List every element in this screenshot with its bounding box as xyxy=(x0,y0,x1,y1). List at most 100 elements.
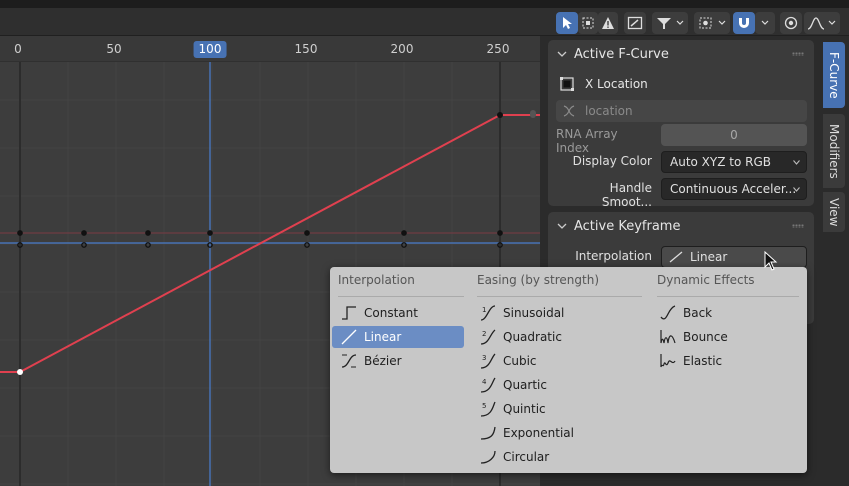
warning-icon xyxy=(602,17,614,29)
menu-item-label: Back xyxy=(683,306,713,320)
menu-item-sinusoidal[interactable]: 1 Sinusoidal xyxy=(471,302,641,324)
keyframe-marker[interactable] xyxy=(497,230,503,236)
current-frame-badge[interactable]: 100 xyxy=(193,41,227,58)
menu-item-exponential[interactable]: Exponential xyxy=(471,422,641,444)
svg-text:2: 2 xyxy=(482,330,486,338)
ipo-linear-icon xyxy=(669,251,683,263)
falloff-dropdown[interactable] xyxy=(804,12,840,34)
screenshot-icon xyxy=(627,16,643,30)
ipo-sine-icon: 1 xyxy=(480,305,496,321)
warning-button[interactable] xyxy=(598,12,618,34)
ipo-expo-icon xyxy=(480,426,496,440)
rna-array-index-field[interactable]: 0 xyxy=(661,124,807,146)
ipo-elastic-icon xyxy=(660,354,676,368)
ipo-bezier-icon xyxy=(341,354,357,368)
tab-label: F-Curve xyxy=(827,51,841,99)
ipo-quart-icon: 4 xyxy=(480,377,496,393)
handle-smoothing-dropdown[interactable]: Continuous Acceler... xyxy=(661,178,807,200)
active-fcurve-panel: Active F-Curve X Location location RNA A… xyxy=(548,40,814,209)
keyframe-marker[interactable] xyxy=(304,230,310,236)
menu-item-back[interactable]: Back xyxy=(651,302,799,324)
ruler-label: 200 xyxy=(390,42,414,56)
menu-item-label: Cubic xyxy=(503,354,537,368)
menu-item-label: Quintic xyxy=(503,402,546,416)
fcurve-channel-icon xyxy=(560,77,574,91)
ipo-back-icon xyxy=(660,305,676,320)
data-path-field[interactable]: location xyxy=(556,100,807,122)
select-tool-button[interactable] xyxy=(556,12,578,34)
keyframe-point[interactable] xyxy=(17,369,23,375)
keyframe-marker[interactable] xyxy=(207,230,213,236)
menu-item-quadratic[interactable]: 2 Quadratic xyxy=(471,326,641,348)
screenshot-button[interactable] xyxy=(624,12,646,34)
channel-name: X Location xyxy=(585,77,648,91)
menu-item-constant[interactable]: Constant xyxy=(332,302,464,324)
ipo-bounce-icon xyxy=(660,330,676,344)
menu-item-label: Circular xyxy=(503,450,550,464)
svg-text:4: 4 xyxy=(482,378,487,386)
ipo-constant-icon xyxy=(342,306,356,320)
sidebar-tabs: F-Curve Modifiers View xyxy=(820,36,849,486)
ruler-label: 150 xyxy=(294,42,318,56)
panel-header[interactable]: Active Keyframe xyxy=(548,212,814,240)
keyframe-point[interactable] xyxy=(497,112,503,118)
svg-text:1: 1 xyxy=(482,306,486,314)
ipo-circ-icon xyxy=(480,450,496,464)
snap-dropdown[interactable] xyxy=(755,12,775,34)
tab-modifiers[interactable]: Modifiers xyxy=(823,114,845,188)
menu-column-title: Easing (by strength) xyxy=(477,273,599,287)
menu-item-circular[interactable]: Circular xyxy=(471,446,641,468)
proportional-icon xyxy=(784,16,798,30)
drag-grip-icon[interactable] xyxy=(792,224,804,228)
menu-column-title: Interpolation xyxy=(338,273,415,287)
falloff-icon xyxy=(807,17,836,30)
menu-item-elastic[interactable]: Elastic xyxy=(651,350,799,372)
menu-item-bezier[interactable]: Bézier xyxy=(332,350,464,372)
menu-item-quartic[interactable]: 4 Quartic xyxy=(471,374,641,396)
tab-f-curve[interactable]: F-Curve xyxy=(823,42,845,108)
rna-icon xyxy=(563,105,575,117)
handle-smoothing-value: Continuous Acceler... xyxy=(670,182,797,196)
box-select-button[interactable] xyxy=(578,12,598,34)
pivot-dropdown[interactable] xyxy=(694,12,730,34)
chevron-down-icon xyxy=(557,223,567,229)
handle-smoothing-label: Handle Smoot... xyxy=(601,181,652,209)
editor-header xyxy=(0,0,849,36)
svg-text:5: 5 xyxy=(482,402,486,410)
tab-view[interactable]: View xyxy=(823,192,845,232)
ipo-cubic-icon: 3 xyxy=(480,353,496,369)
tab-label: View xyxy=(827,197,841,227)
menu-item-quintic[interactable]: 5 Quintic xyxy=(471,398,641,420)
keyframe-marker[interactable] xyxy=(401,230,407,236)
keyframe-marker[interactable] xyxy=(17,230,23,236)
vertical-scrollbar[interactable] xyxy=(530,110,536,118)
menu-item-bounce[interactable]: Bounce xyxy=(651,326,799,348)
filter-icon xyxy=(657,18,684,29)
display-color-dropdown[interactable]: Auto XYZ to RGB xyxy=(661,151,807,173)
snap-magnet-icon xyxy=(739,18,749,28)
graph-editor-window: 0 50 100 150 200 250 Active F-Curve X Lo… xyxy=(0,0,849,486)
header-top-strip xyxy=(0,0,849,8)
keyframe-marker[interactable] xyxy=(145,230,151,236)
menu-item-label: Quadratic xyxy=(503,330,562,344)
frame-ruler[interactable]: 0 50 100 150 200 250 xyxy=(0,36,540,62)
menu-item-label: Sinusoidal xyxy=(503,306,565,320)
proportional-toggle[interactable] xyxy=(780,12,802,34)
ruler-label: 50 xyxy=(106,42,122,56)
menu-separator xyxy=(338,296,464,297)
menu-item-label: Bézier xyxy=(364,354,402,368)
data-path-placeholder: location xyxy=(585,104,633,118)
drag-grip-icon[interactable] xyxy=(792,52,804,56)
menu-item-cubic[interactable]: 3 Cubic xyxy=(471,350,641,372)
snap-toggle[interactable] xyxy=(733,12,755,34)
menu-item-linear[interactable]: Linear xyxy=(332,326,464,348)
menu-item-label: Linear xyxy=(364,330,402,344)
menu-item-label: Quartic xyxy=(503,378,547,392)
interpolation-label: Interpolation xyxy=(575,249,652,263)
interpolation-menu: Interpolation Easing (by strength) Dynam… xyxy=(330,267,807,473)
pivot-icon xyxy=(699,17,726,29)
menu-column-title: Dynamic Effects xyxy=(657,273,755,287)
filter-dropdown[interactable] xyxy=(652,12,688,34)
panel-header[interactable]: Active F-Curve xyxy=(548,40,814,68)
keyframe-marker[interactable] xyxy=(81,230,87,236)
